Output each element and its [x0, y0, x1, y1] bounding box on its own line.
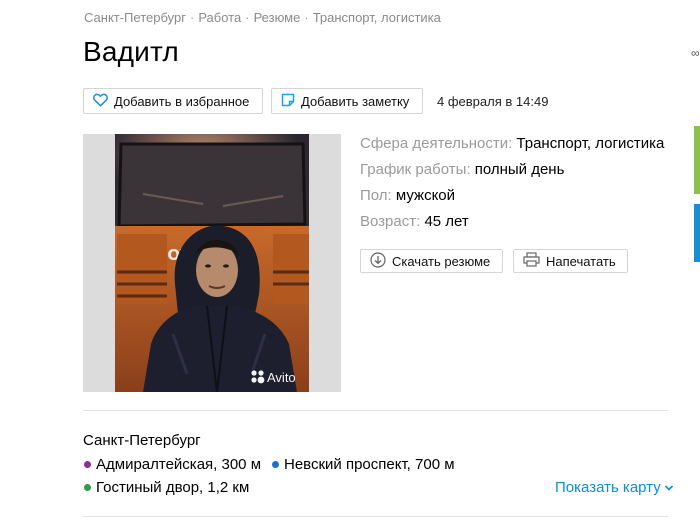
param-gender: Пол: мужской	[360, 186, 664, 212]
param-key: Возраст:	[360, 213, 421, 230]
publish-date: 4 февраля в 14:49	[437, 94, 549, 109]
print-button[interactable]: Напечатать	[513, 249, 628, 273]
metro-station-label: Адмиралтейская, 300 м	[96, 456, 262, 473]
page-title: Вадитл	[83, 36, 179, 67]
heart-icon	[93, 93, 108, 110]
metro-line-dot	[272, 461, 279, 468]
download-resume-button[interactable]: Скачать резюме	[360, 249, 503, 273]
metro-station-admiralteyskaya: Адмиралтейская, 300 м	[84, 456, 261, 473]
download-icon	[370, 251, 386, 271]
add-note-label: Добавить заметку	[301, 93, 410, 109]
location-city: Санкт-Петербург	[83, 432, 201, 449]
svg-text:Avito: Avito	[267, 370, 296, 385]
param-activity: Сфера деятельности: Транспорт, логистика	[360, 134, 664, 160]
print-label: Напечатать	[546, 253, 616, 269]
breadcrumb-separator: ·	[245, 10, 250, 25]
metro-station-label: Невский проспект, 700 м	[284, 456, 455, 473]
breadcrumb-item-work[interactable]: Работа	[198, 10, 241, 25]
section-divider	[83, 410, 668, 411]
metro-station-gostiny-dvor: Гостиный двор, 1,2 км	[84, 479, 249, 496]
breadcrumb-item-resume[interactable]: Резюме	[254, 10, 301, 25]
metro-station-nevsky: Невский проспект, 700 м	[272, 456, 455, 473]
param-value: Транспорт, логистика	[516, 135, 665, 152]
show-map-link[interactable]: Показать карту	[555, 479, 674, 496]
param-schedule: График работы: полный день	[360, 160, 664, 186]
add-to-favorites-button[interactable]: Добавить в избранное	[83, 88, 263, 114]
breadcrumb: Санкт-Петербург · Работа · Резюме · Транспорт,…	[84, 10, 441, 25]
param-value: мужской	[395, 187, 456, 204]
breadcrumb-item-city[interactable]: Санкт-Петербург	[84, 10, 186, 25]
section-divider	[83, 516, 668, 517]
param-key: График работы:	[360, 161, 471, 178]
resume-params: Сфера деятельности: Транспорт, логистика…	[360, 134, 664, 238]
metro-station-label: Гостиный двор, 1,2 км	[96, 479, 250, 496]
add-note-button[interactable]: Добавить заметку	[271, 88, 423, 114]
param-age: Возраст: 45 лет	[360, 212, 664, 238]
param-value: 45 лет	[424, 213, 469, 230]
chevron-down-icon	[664, 479, 674, 496]
param-key: Сфера деятельности:	[360, 135, 513, 152]
metro-line-dot	[84, 484, 91, 491]
print-icon	[523, 252, 540, 270]
download-resume-label: Скачать резюме	[392, 253, 491, 269]
sidebar-edge-blue[interactable]	[694, 204, 700, 262]
breadcrumb-item-category[interactable]: Транспорт, логистика	[313, 10, 441, 25]
sidebar-edge-green[interactable]	[694, 126, 700, 194]
breadcrumb-separator: ·	[304, 10, 309, 25]
show-map-label: Показать карту	[555, 479, 661, 496]
metro-line-dot	[84, 461, 91, 468]
sidebar-edge-icon: ∞	[691, 46, 700, 60]
resume-photo[interactable]: VOLVO Avito	[83, 134, 341, 392]
param-key: Пол:	[360, 187, 392, 204]
add-to-favorites-label: Добавить в избранное	[114, 93, 250, 109]
note-icon	[281, 93, 295, 110]
breadcrumb-separator: ·	[189, 10, 195, 25]
param-value: полный день	[474, 161, 565, 178]
